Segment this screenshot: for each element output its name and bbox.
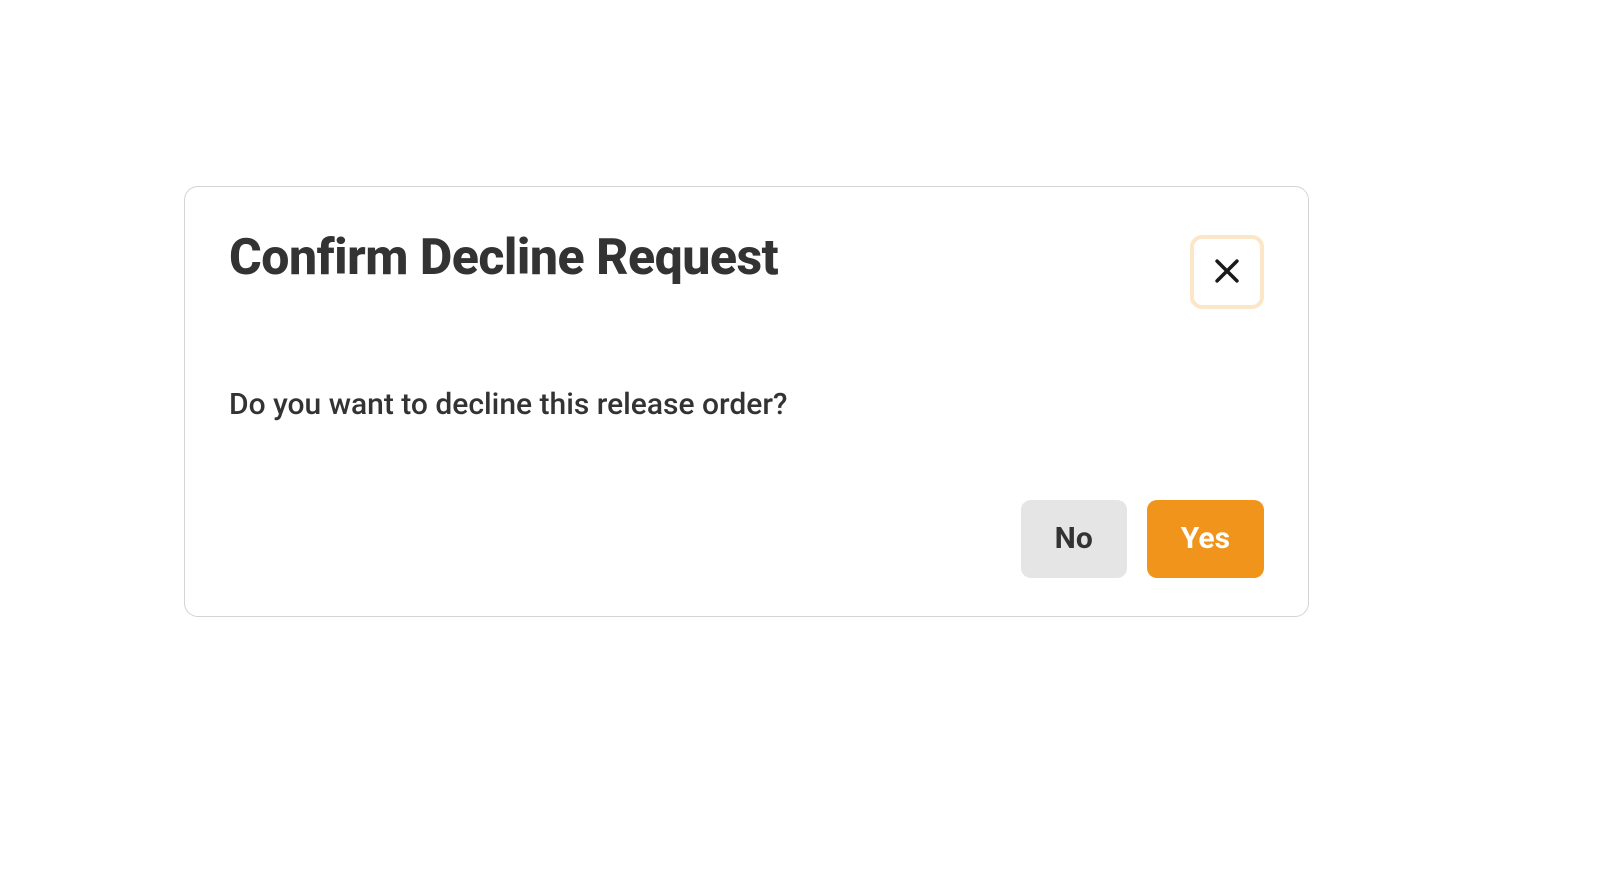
- dialog-header: Confirm Decline Request: [229, 231, 1264, 309]
- no-button[interactable]: No: [1021, 500, 1127, 578]
- close-icon: [1210, 254, 1244, 291]
- yes-button[interactable]: Yes: [1147, 500, 1264, 578]
- dialog-footer: No Yes: [229, 500, 1264, 578]
- dialog-message: Do you want to decline this release orde…: [229, 385, 1264, 424]
- confirm-dialog: Confirm Decline Request Do you want to d…: [184, 186, 1309, 617]
- dialog-body: Do you want to decline this release orde…: [229, 385, 1264, 424]
- dialog-title: Confirm Decline Request: [229, 231, 778, 286]
- close-button[interactable]: [1190, 235, 1264, 309]
